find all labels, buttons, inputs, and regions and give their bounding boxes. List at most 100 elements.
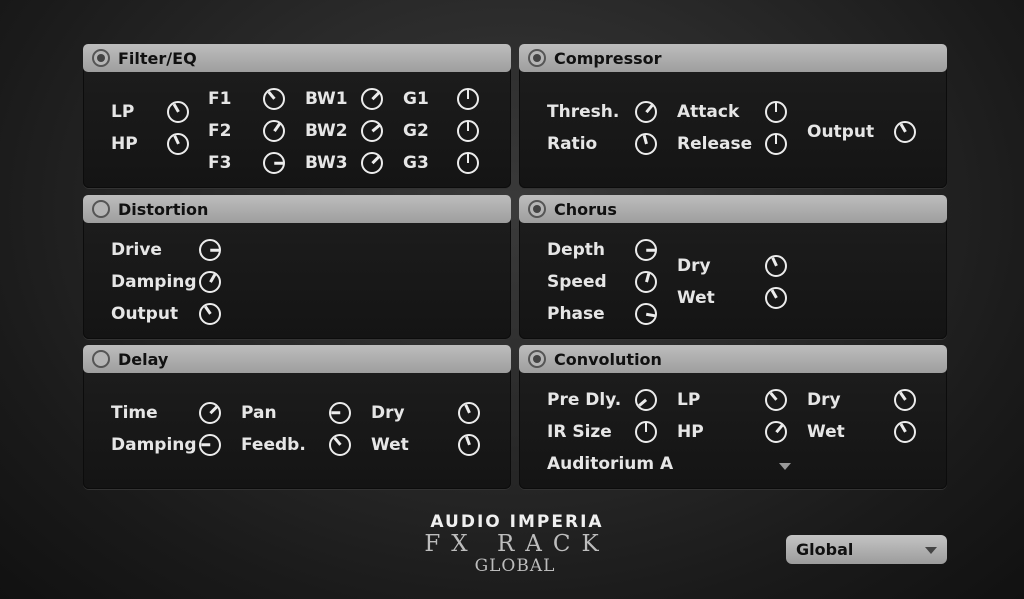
g2-label: G2 <box>403 121 429 141</box>
distortion-title: Distortion <box>118 199 209 219</box>
thresh-label: Thresh. <box>547 102 620 122</box>
f1-label: F1 <box>208 89 232 109</box>
g1-label: G1 <box>403 89 429 109</box>
ir-select[interactable]: Auditorium A <box>541 451 801 475</box>
lp-knob[interactable] <box>167 101 189 123</box>
convolution-panel: Convolution Pre Dly. IR Size LP HP Dry W… <box>519 345 947 489</box>
chorus-panel: Chorus Depth Speed Phase Dry Wet <box>519 195 947 339</box>
delay-damping-knob[interactable] <box>199 434 221 456</box>
compressor-title: Compressor <box>554 48 662 68</box>
delay-dry-knob[interactable] <box>458 402 480 424</box>
conv-dry-knob[interactable] <box>894 389 916 411</box>
g2-knob[interactable] <box>457 120 479 142</box>
filter-eq-header: Filter/EQ <box>83 44 511 72</box>
dist-damping-knob[interactable] <box>199 271 221 293</box>
depth-knob[interactable] <box>635 239 657 261</box>
conv-lp-knob[interactable] <box>765 389 787 411</box>
time-knob[interactable] <box>199 402 221 424</box>
drive-label: Drive <box>111 240 162 260</box>
chorus-dry-label: Dry <box>677 256 711 276</box>
phase-label: Phase <box>547 304 605 324</box>
conv-lp-label: LP <box>677 390 701 410</box>
thresh-knob[interactable] <box>635 101 657 123</box>
conv-hp-label: HP <box>677 422 704 442</box>
compressor-panel: Compressor Thresh. Ratio Attack Release … <box>519 44 947 188</box>
time-label: Time <box>111 403 158 423</box>
pan-knob[interactable] <box>329 402 351 424</box>
predly-label: Pre Dly. <box>547 390 622 410</box>
phase-knob[interactable] <box>635 303 657 325</box>
ratio-knob[interactable] <box>635 133 657 155</box>
chevron-down-icon <box>779 463 791 470</box>
pan-label: Pan <box>241 403 277 423</box>
delay-wet-knob[interactable] <box>458 434 480 456</box>
dist-output-knob[interactable] <box>199 303 221 325</box>
convolution-power-button[interactable] <box>528 350 546 368</box>
dist-damping-label: Damping <box>111 272 197 292</box>
hp-label: HP <box>111 134 138 154</box>
convolution-header: Convolution <box>519 345 947 373</box>
conv-dry-label: Dry <box>807 390 841 410</box>
g3-label: G3 <box>403 153 429 173</box>
drive-knob[interactable] <box>199 239 221 261</box>
bw1-label: BW1 <box>305 89 348 109</box>
g3-knob[interactable] <box>457 152 479 174</box>
attack-label: Attack <box>677 102 740 122</box>
delay-header: Delay <box>83 345 511 373</box>
predly-knob[interactable] <box>635 389 657 411</box>
lp-label: LP <box>111 102 135 122</box>
irsize-knob[interactable] <box>635 421 657 443</box>
release-label: Release <box>677 134 753 154</box>
compressor-power-button[interactable] <box>528 49 546 67</box>
chorus-wet-label: Wet <box>677 288 715 308</box>
chorus-header: Chorus <box>519 195 947 223</box>
distortion-header: Distortion <box>83 195 511 223</box>
conv-wet-knob[interactable] <box>894 421 916 443</box>
comp-output-label: Output <box>807 122 875 142</box>
filter-eq-power-button[interactable] <box>92 49 110 67</box>
filter-eq-title: Filter/EQ <box>118 48 197 68</box>
chorus-title: Chorus <box>554 199 617 219</box>
comp-output-knob[interactable] <box>894 121 916 143</box>
conv-wet-label: Wet <box>807 422 845 442</box>
bw1-knob[interactable] <box>361 88 383 110</box>
distortion-power-button[interactable] <box>92 200 110 218</box>
g1-knob[interactable] <box>457 88 479 110</box>
f2-knob[interactable] <box>263 120 285 142</box>
chorus-wet-knob[interactable] <box>765 287 787 309</box>
brand-logo-line1: AUDIO IMPERIA <box>430 512 604 532</box>
distortion-panel: Distortion Drive Damping Output <box>83 195 511 339</box>
feedb-label: Feedb. <box>241 435 306 455</box>
filter-eq-panel: Filter/EQ LP HP F1 F2 F3 BW1 BW2 BW3 G1 … <box>83 44 511 188</box>
speed-knob[interactable] <box>635 271 657 293</box>
f3-label: F3 <box>208 153 232 173</box>
compressor-header: Compressor <box>519 44 947 72</box>
attack-knob[interactable] <box>765 101 787 123</box>
delay-panel: Delay Time Damping Pan Feedb. Dry Wet <box>83 345 511 489</box>
chorus-power-button[interactable] <box>528 200 546 218</box>
convolution-title: Convolution <box>554 349 662 369</box>
dist-output-label: Output <box>111 304 179 324</box>
feedb-knob[interactable] <box>329 434 351 456</box>
chevron-down-icon <box>925 547 937 554</box>
f1-knob[interactable] <box>263 88 285 110</box>
irsize-label: IR Size <box>547 422 612 442</box>
bw3-knob[interactable] <box>361 152 383 174</box>
f2-label: F2 <box>208 121 232 141</box>
delay-damping-label: Damping <box>111 435 197 455</box>
ratio-label: Ratio <box>547 134 598 154</box>
hp-knob[interactable] <box>167 133 189 155</box>
bw2-knob[interactable] <box>361 120 383 142</box>
global-select-value: Global <box>796 540 854 559</box>
release-knob[interactable] <box>765 133 787 155</box>
speed-label: Speed <box>547 272 607 292</box>
delay-power-button[interactable] <box>92 350 110 368</box>
delay-wet-label: Wet <box>371 435 409 455</box>
chorus-dry-knob[interactable] <box>765 255 787 277</box>
global-preset-select[interactable]: Global <box>786 535 947 564</box>
bw3-label: BW3 <box>305 153 348 173</box>
conv-hp-knob[interactable] <box>765 421 787 443</box>
ir-select-value: Auditorium A <box>547 454 674 474</box>
delay-dry-label: Dry <box>371 403 405 423</box>
f3-knob[interactable] <box>263 152 285 174</box>
